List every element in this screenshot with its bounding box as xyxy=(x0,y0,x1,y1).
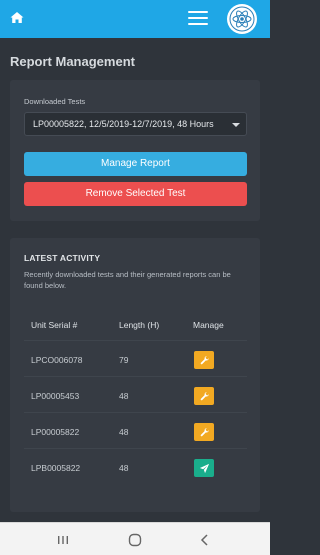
section-title: LATEST ACTIVITY xyxy=(24,253,101,263)
wrench-icon[interactable] xyxy=(194,387,214,405)
activity-table: Unit Serial # Length (H) Manage LPCO0060… xyxy=(24,309,247,485)
send-icon[interactable] xyxy=(194,459,214,477)
hamburger-menu-icon[interactable] xyxy=(188,11,208,27)
length-cell: 79 xyxy=(119,355,129,365)
serial-cell: LP00005822 xyxy=(31,427,80,437)
column-header-serial: Unit Serial # xyxy=(31,320,78,330)
wrench-icon[interactable] xyxy=(194,351,214,369)
recent-apps-icon[interactable] xyxy=(55,532,71,548)
length-cell: 48 xyxy=(119,427,129,437)
serial-cell: LP00005453 xyxy=(31,391,80,401)
system-navigation-bar xyxy=(0,522,270,555)
home-circle-icon[interactable] xyxy=(127,532,143,548)
table-header: Unit Serial # Length (H) Manage xyxy=(24,309,247,341)
page-title: Report Management xyxy=(10,54,135,69)
back-icon[interactable] xyxy=(197,532,213,548)
table-row: LPCO006078 79 xyxy=(24,341,247,377)
selected-test-value: LP00005822, 12/5/2019-12/7/2019, 48 Hour… xyxy=(33,119,214,129)
home-icon[interactable] xyxy=(8,9,26,27)
serial-cell: LPB0005822 xyxy=(31,463,81,473)
table-row: LP00005822 48 xyxy=(24,413,247,449)
report-form-card: Downloaded Tests LP00005822, 12/5/2019-1… xyxy=(10,80,260,221)
manage-report-button[interactable]: Manage Report xyxy=(24,152,247,176)
length-cell: 48 xyxy=(119,391,129,401)
section-description: Recently downloaded tests and their gene… xyxy=(24,270,231,290)
column-header-length: Length (H) xyxy=(119,320,160,330)
remove-selected-test-button[interactable]: Remove Selected Test xyxy=(24,182,247,206)
atom-logo-icon[interactable] xyxy=(227,4,257,34)
downloaded-tests-select[interactable]: LP00005822, 12/5/2019-12/7/2019, 48 Hour… xyxy=(24,112,247,136)
serial-cell: LPCO006078 xyxy=(31,355,83,365)
top-app-bar xyxy=(0,0,270,38)
column-header-manage: Manage xyxy=(193,320,224,330)
downloaded-tests-label: Downloaded Tests xyxy=(24,97,86,106)
caret-down-icon xyxy=(232,123,240,127)
latest-activity-card: LATEST ACTIVITY Recently downloaded test… xyxy=(10,238,260,512)
wrench-icon[interactable] xyxy=(194,423,214,441)
table-row: LPB0005822 48 xyxy=(24,449,247,485)
length-cell: 48 xyxy=(119,463,129,473)
table-row: LP00005453 48 xyxy=(24,377,247,413)
